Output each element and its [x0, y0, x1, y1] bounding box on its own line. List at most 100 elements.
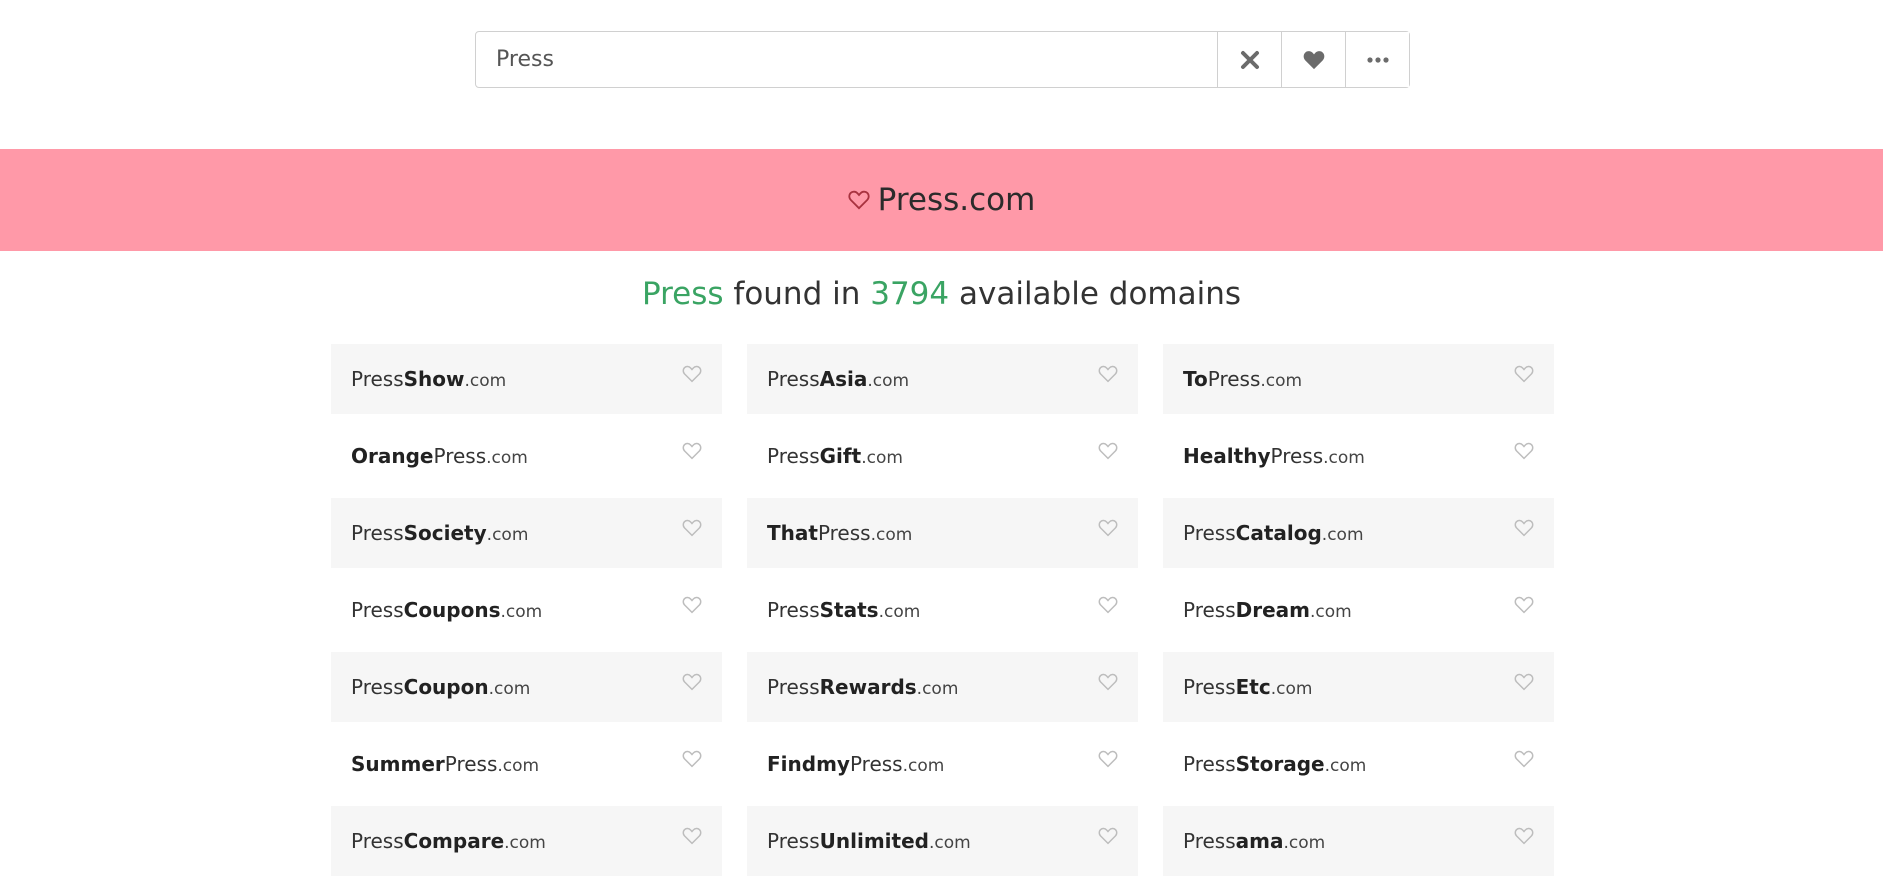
domain-result-card[interactable]: PressStorage.com	[1163, 729, 1554, 799]
headline-count: 3794	[870, 276, 950, 312]
domain-name[interactable]: PressCoupons.com	[351, 598, 542, 622]
domain-result-card[interactable]: ThatPress.com	[747, 498, 1138, 568]
favorite-heart-icon[interactable]	[1098, 518, 1118, 542]
favorites-button[interactable]	[1281, 32, 1345, 87]
favorite-heart-icon[interactable]	[682, 749, 702, 773]
domain-result-card[interactable]: PressSociety.com	[331, 498, 722, 568]
domain-name[interactable]: PressAsia.com	[767, 367, 909, 391]
favorite-heart-icon[interactable]	[1514, 749, 1534, 773]
heart-outline-icon[interactable]	[848, 190, 870, 210]
clear-button[interactable]	[1217, 32, 1281, 87]
domain-keyword: Press	[767, 829, 820, 853]
domain-name[interactable]: Pressama.com	[1183, 829, 1325, 853]
domain-tld: .com	[464, 371, 507, 391]
domain-name[interactable]: PressShow.com	[351, 367, 506, 391]
domain-keyword: Press	[767, 367, 820, 391]
domain-name[interactable]: SummerPress.com	[351, 752, 539, 776]
domain-tld: .com	[861, 448, 903, 468]
favorite-heart-icon[interactable]	[1098, 364, 1118, 388]
domain-keyword: Press	[817, 521, 871, 545]
featured-domain[interactable]: Press.com	[878, 182, 1036, 218]
domain-keyword: Press	[351, 675, 404, 699]
favorite-heart-icon[interactable]	[682, 826, 702, 850]
domain-keyword: Press	[351, 521, 404, 545]
favorite-heart-icon[interactable]	[1098, 826, 1118, 850]
favorite-heart-icon[interactable]	[1098, 672, 1118, 696]
favorite-heart-icon[interactable]	[1514, 364, 1534, 388]
domain-result-card[interactable]: FindmyPress.com	[747, 729, 1138, 799]
domain-name[interactable]: ToPress.com	[1183, 367, 1302, 391]
domain-tld: .com	[1324, 756, 1367, 776]
favorite-heart-icon[interactable]	[1514, 826, 1534, 850]
domain-result-card[interactable]: PressCoupons.com	[331, 575, 722, 645]
favorite-heart-icon[interactable]	[1098, 749, 1118, 773]
domain-name[interactable]: HealthyPress.com	[1183, 444, 1365, 468]
domain-keyword: Press	[849, 752, 903, 776]
domain-result-card[interactable]: PressAsia.com	[747, 344, 1138, 414]
domain-result-card[interactable]: PressShow.com	[331, 344, 722, 414]
domain-tld: .com	[916, 679, 959, 699]
domain-keyword: Press	[1183, 675, 1236, 699]
domain-name[interactable]: PressCatalog.com	[1183, 521, 1364, 545]
favorite-heart-icon[interactable]	[1514, 595, 1534, 619]
domain-result-card[interactable]: SummerPress.com	[331, 729, 722, 799]
domain-name[interactable]: OrangePress.com	[351, 444, 528, 468]
domain-name[interactable]: PressSociety.com	[351, 521, 528, 545]
domain-tld: .com	[1321, 525, 1364, 545]
domain-suggestion: Society	[403, 521, 487, 545]
favorite-heart-icon[interactable]	[682, 672, 702, 696]
favorite-heart-icon[interactable]	[1098, 595, 1118, 619]
domain-tld: .com	[486, 448, 528, 468]
domain-name[interactable]: ThatPress.com	[767, 521, 912, 545]
domain-result-card[interactable]: Pressama.com	[1163, 806, 1554, 876]
domain-name[interactable]: PressStorage.com	[1183, 752, 1366, 776]
domain-name[interactable]: PressRewards.com	[767, 675, 958, 699]
domain-result-card[interactable]: PressCatalog.com	[1163, 498, 1554, 568]
domain-suggestion: Summer	[351, 752, 445, 776]
favorite-heart-icon[interactable]	[682, 364, 702, 388]
domain-result-card[interactable]: PressUnlimited.com	[747, 806, 1138, 876]
domain-suggestion: Compare	[403, 829, 505, 853]
domain-tld: .com	[867, 371, 910, 391]
domain-name[interactable]: PressStats.com	[767, 598, 920, 622]
domain-name[interactable]: PressUnlimited.com	[767, 829, 971, 853]
favorite-heart-icon[interactable]	[1098, 441, 1118, 465]
featured-domain-banner: Press.com	[0, 149, 1883, 251]
domain-suggestion: Etc	[1235, 675, 1271, 699]
domain-keyword: Press	[1183, 521, 1236, 545]
favorite-heart-icon[interactable]	[1514, 518, 1534, 542]
domain-result-card[interactable]: OrangePress.com	[331, 421, 722, 491]
domain-keyword: Press	[444, 752, 498, 776]
search-input[interactable]	[476, 32, 1217, 87]
domain-result-card[interactable]: PressCompare.com	[331, 806, 722, 876]
domain-name[interactable]: PressGift.com	[767, 444, 903, 468]
results-grid: PressShow.com PressAsia.com ToPress.com Ora…	[331, 344, 1555, 876]
domain-result-card[interactable]: HealthyPress.com	[1163, 421, 1554, 491]
domain-suggestion: Show	[403, 367, 465, 391]
domain-name[interactable]: PressCoupon.com	[351, 675, 530, 699]
more-button[interactable]	[1345, 32, 1409, 87]
favorite-heart-icon[interactable]	[682, 518, 702, 542]
domain-suggestion: Gift	[819, 444, 862, 468]
domain-result-card[interactable]: PressStats.com	[747, 575, 1138, 645]
domain-suggestion: Coupon	[403, 675, 489, 699]
domain-tld: .com	[1323, 448, 1365, 468]
domain-result-card[interactable]: PressRewards.com	[747, 652, 1138, 722]
domain-result-card[interactable]: PressDream.com	[1163, 575, 1554, 645]
domain-name[interactable]: PressEtc.com	[1183, 675, 1312, 699]
favorite-heart-icon[interactable]	[682, 441, 702, 465]
domain-suggestion: Rewards	[819, 675, 917, 699]
domain-result-card[interactable]: PressCoupon.com	[331, 652, 722, 722]
domain-result-card[interactable]: PressGift.com	[747, 421, 1138, 491]
favorite-heart-icon[interactable]	[682, 595, 702, 619]
domain-result-card[interactable]: ToPress.com	[1163, 344, 1554, 414]
domain-tld: .com	[1260, 371, 1303, 391]
domain-suggestion: Asia	[819, 367, 868, 391]
domain-name[interactable]: FindmyPress.com	[767, 752, 944, 776]
domain-name[interactable]: PressDream.com	[1183, 598, 1352, 622]
domain-tld: .com	[928, 833, 971, 853]
favorite-heart-icon[interactable]	[1514, 672, 1534, 696]
domain-name[interactable]: PressCompare.com	[351, 829, 546, 853]
domain-result-card[interactable]: PressEtc.com	[1163, 652, 1554, 722]
favorite-heart-icon[interactable]	[1514, 441, 1534, 465]
